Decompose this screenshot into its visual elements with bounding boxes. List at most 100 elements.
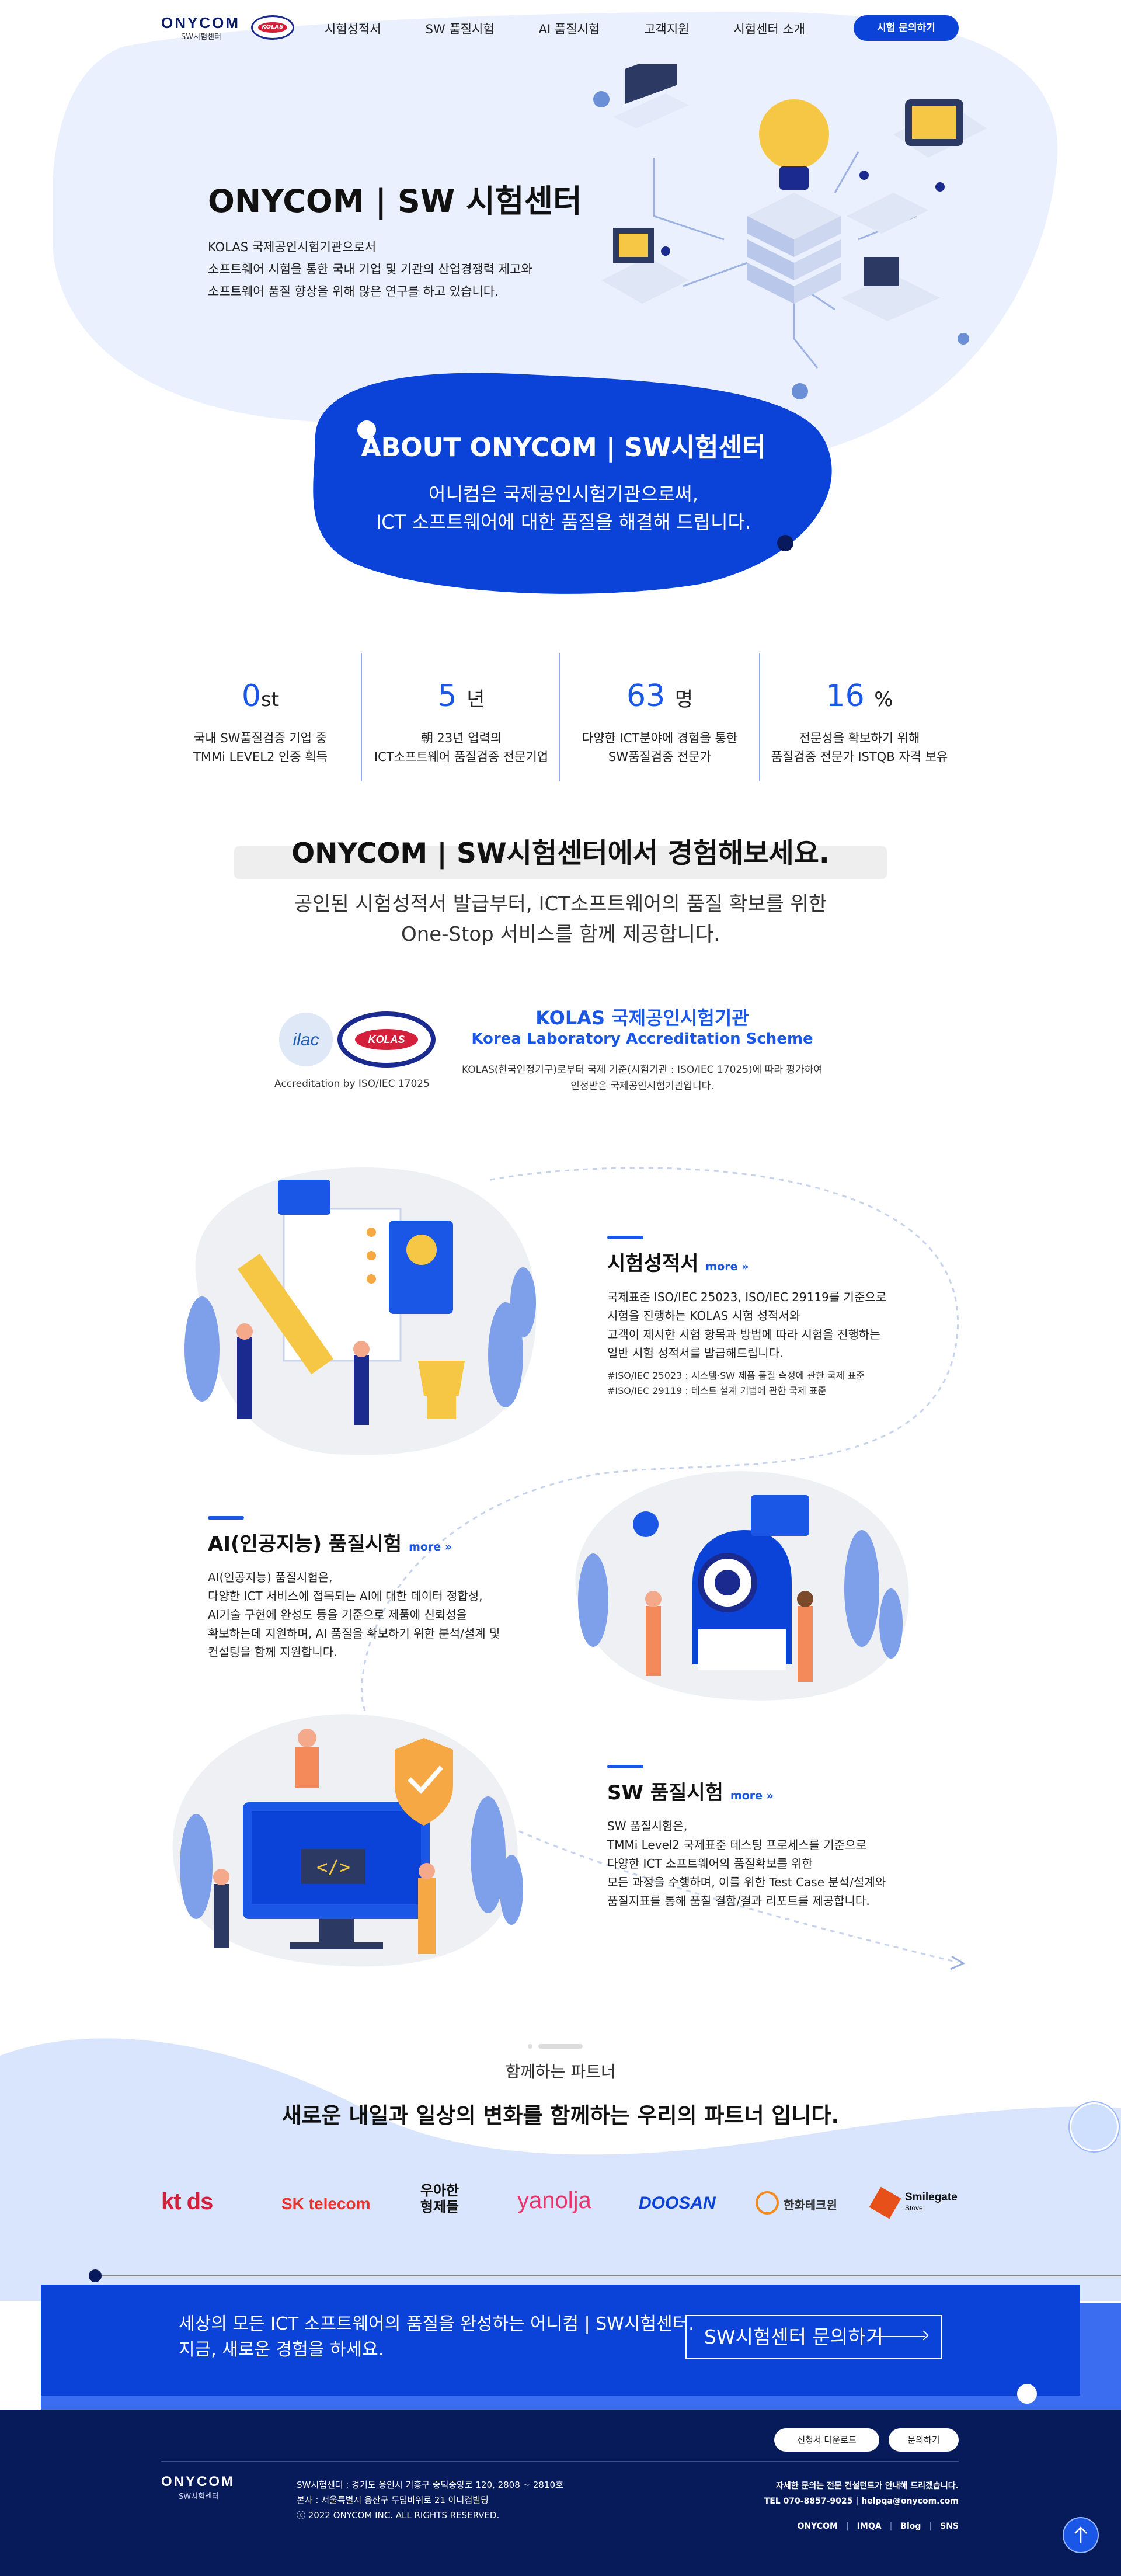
experience-description: 공인된 시험성적서 발급부터, ICT소프트웨어의 품질 확보를 위한 One-… xyxy=(0,889,1121,950)
more-link[interactable]: more » xyxy=(705,1260,749,1273)
person-figure xyxy=(353,1341,370,1425)
nav-item-sw-test[interactable]: SW 품질시험 xyxy=(426,20,495,37)
hero-desc-line: 소프트웨어 시험을 통한 국내 기업 및 기관의 산업경쟁력 제고와 xyxy=(208,262,532,276)
partner-logo-hanwha: 한화테크윈 xyxy=(784,2199,837,2212)
kolas-title: KOLAS 국제공인시험기관 xyxy=(535,1007,749,1029)
footer-link-onycom[interactable]: ONYCOM xyxy=(798,2522,838,2531)
cta-banner-accent xyxy=(1080,2303,1121,2396)
stat-item: 5 년 朝 23년 업력의 ICT소프트웨어 품질검증 전문기업 xyxy=(362,677,560,777)
kolas-logo-icon: KOLAS xyxy=(337,1011,436,1068)
stat-item: 63 명 다양한 ICT분야에 경험을 통한 SW품질검증 전문가 xyxy=(560,677,759,777)
hero-isometric-illustration xyxy=(593,64,987,399)
partner-title: 새로운 내일과 일상의 변화를 함께하는 우리의 파트너 입니다. xyxy=(281,2103,840,2128)
logo-wordmark: ONYCOM xyxy=(161,14,240,32)
service-tags: #ISO/IEC 25023 : 시스템·SW 제품 품질 측정에 관한 국제 … xyxy=(607,1370,865,1396)
partner-logo-smilegate: Smilegate Stove xyxy=(905,2191,958,2212)
person-figure xyxy=(645,1591,662,1676)
nav-item-about[interactable]: 시험센터 소개 xyxy=(733,20,805,37)
desk-block-right xyxy=(841,257,940,321)
logo-subtitle: SW시험센터 xyxy=(181,33,221,41)
decorative-dot xyxy=(1017,2384,1037,2404)
sw-illustration: </> xyxy=(172,1714,523,1967)
kolas-description: KOLAS(한국인정기구)로부터 국제 기준(시험기관 : ISO/IEC 17… xyxy=(444,1062,841,1094)
footer-logo-subtitle: SW시험센터 xyxy=(179,2492,219,2501)
decorative-dot xyxy=(89,2269,102,2282)
footer-logo[interactable]: ONYCOM xyxy=(161,2474,235,2490)
report-illustration xyxy=(184,1167,537,1455)
stat-description: 국내 SW품질검증 기업 중 TMMi LEVEL2 인증 획득 xyxy=(193,731,328,764)
stat-number: 0st xyxy=(241,679,280,714)
partner-logo-yanolja: yanolja xyxy=(517,2188,591,2213)
service-body: 국제표준 ISO/IEC 25023, ISO/IEC 29119를 기준으로 시… xyxy=(607,1290,887,1360)
stat-item: 16 % 전문성을 확보하기 위해 품질검증 전문가 ISTQB 자격 보유 xyxy=(760,677,959,777)
slider-dot[interactable] xyxy=(528,2044,532,2049)
kolas-subtitle: Korea Laboratory Accreditation Scheme xyxy=(471,1030,813,1048)
person-figure xyxy=(797,1591,813,1682)
service-accent-bar xyxy=(208,1516,244,1520)
cta-text-line: 세상의 모든 ICT 소프트웨어의 품질을 완성하는 어니컴 | SW시험센터. xyxy=(179,2314,694,2334)
hero-title: ONYCOM | SW 시험센터 xyxy=(208,183,582,220)
footer-contact: 자세한 문의는 전문 컨설턴트가 안내해 드리겠습니다. TEL 070-8857… xyxy=(764,2481,959,2506)
main-nav: 시험성적서 SW 품질시험 AI 품질시험 고객지원 시험센터 소개 xyxy=(325,20,850,37)
page: ONYCOM SW시험센터 KOLAS 시험성적서 SW 품질시험 AI 품질시… xyxy=(0,0,1121,2576)
service-title: AI(인공지능) 품질시험 xyxy=(208,1532,402,1556)
about-title: ABOUT ONYCOM | SW시험센터 xyxy=(361,433,766,463)
partner-logo-doosan: DOOSAN xyxy=(639,2193,716,2213)
service-title: SW 품질시험 xyxy=(607,1781,723,1805)
arrow-up-icon xyxy=(1074,2526,1087,2543)
kolas-desc-line: 인정받은 국제공인시험기관입니다. xyxy=(570,1080,714,1092)
kolas-logo-text: KOLAS xyxy=(368,1034,405,1045)
desk-block-left xyxy=(601,228,689,304)
site-logo[interactable]: ONYCOM SW시험센터 KOLAS xyxy=(161,14,301,43)
scroll-to-top-button[interactable] xyxy=(1063,2517,1099,2553)
service-body: AI(인공지능) 품질시험은, 다양한 ICT 서비스에 접목되는 AI에 대한 … xyxy=(208,1570,500,1659)
footer-link-blog[interactable]: Blog xyxy=(900,2522,921,2531)
nav-item-ai-test[interactable]: AI 품질시험 xyxy=(539,20,600,37)
partner-logo-ktds: kt ds xyxy=(161,2189,213,2215)
inquiry-button[interactable]: 시험 문의하기 xyxy=(854,15,959,41)
service-body: SW 품질시험은, TMMi Level2 국제표준 테스팅 프로세스를 기준으로… xyxy=(607,1819,886,1908)
arrow-right-icon xyxy=(872,2336,925,2337)
experience-desc-line: One-Stop 서비스를 함께 제공합니다. xyxy=(401,923,720,946)
about-desc-line: 어니컴은 국제공인시험기관으로써, xyxy=(429,483,698,505)
ilac-logo-icon: ilac xyxy=(279,1013,333,1066)
nav-item-report[interactable]: 시험성적서 xyxy=(325,20,381,37)
hero-description: KOLAS 국제공인시험기관으로서 소프트웨어 시험을 통한 국내 기업 및 기… xyxy=(208,236,532,303)
cta-divider-line xyxy=(97,2275,1121,2276)
nav-item-support[interactable]: 고객지원 xyxy=(644,20,689,37)
footer-inquiry-button[interactable]: 문의하기 xyxy=(889,2428,959,2452)
kolas-desc-line: KOLAS(한국인정기구)로부터 국제 기준(시험기관 : ISO/IEC 17… xyxy=(462,1064,823,1076)
experience-title: ONYCOM | SW시험센터에서 경험해보세요. xyxy=(291,837,830,870)
more-link[interactable]: more » xyxy=(730,1789,774,1802)
slider-dot-active[interactable] xyxy=(538,2044,583,2049)
cta-text: 세상의 모든 ICT 소프트웨어의 품질을 완성하는 어니컴 | SW시험센터.… xyxy=(179,2311,694,2363)
footer-link-imqa[interactable]: IMQA xyxy=(857,2522,882,2531)
footer-links: ONYCOM | IMQA | Blog | SNS xyxy=(797,2522,959,2531)
lightbulb-icon xyxy=(759,99,829,190)
cta-inquiry-button[interactable]: SW시험센터 문의하기 xyxy=(685,2315,942,2359)
ilac-text: ilac xyxy=(293,1030,319,1049)
footer-accent-band xyxy=(41,2396,1121,2410)
footer-divider xyxy=(161,2461,959,2462)
kolas-badge-text: KOLAS xyxy=(258,22,287,33)
accreditation-caption: Accreditation by ISO/IEC 17025 xyxy=(274,1078,430,1090)
floating-circle-button[interactable] xyxy=(1070,2102,1119,2151)
service-accent-bar xyxy=(607,1236,643,1239)
more-link[interactable]: more » xyxy=(409,1541,452,1553)
kolas-badge-icon: KOLAS xyxy=(251,15,294,40)
ai-illustration xyxy=(575,1471,909,1701)
stat-number: 63 명 xyxy=(626,679,693,714)
hero-desc-line: 소프트웨어 품질 향상을 위해 많은 연구를 하고 있습니다. xyxy=(208,284,499,298)
stat-description: 朝 23년 업력의 ICT소프트웨어 품질검증 전문기업 xyxy=(374,731,549,764)
footer-link-sns[interactable]: SNS xyxy=(940,2522,959,2531)
service-sw: SW 품질시험 more » SW 품질시험은, TMMi Level2 국제표준 … xyxy=(607,1765,886,1910)
about-desc-line: ICT 소프트웨어에 대한 품질을 해결해 드립니다. xyxy=(375,511,751,533)
hero-desc-line: KOLAS 국제공인시험기관으로서 xyxy=(208,240,377,254)
partner-logo-woowa: 우아한 형제들 xyxy=(420,2183,459,2215)
site-header: ONYCOM SW시험센터 KOLAS 시험성적서 SW 품질시험 AI 품질시… xyxy=(0,0,1121,56)
server-stack xyxy=(747,193,841,304)
download-form-button[interactable]: 신청서 다운로드 xyxy=(774,2428,879,2452)
experience-desc-line: 공인된 시험성적서 발급부터, ICT소프트웨어의 품질 확보를 위한 xyxy=(294,892,827,916)
cta-text-line: 지금, 새로운 경험을 하세요. xyxy=(179,2339,384,2360)
footer-address: SW시험센터 : 경기도 용인시 기흥구 중덕중앙로 120, 2808 ~ 2… xyxy=(297,2480,563,2521)
